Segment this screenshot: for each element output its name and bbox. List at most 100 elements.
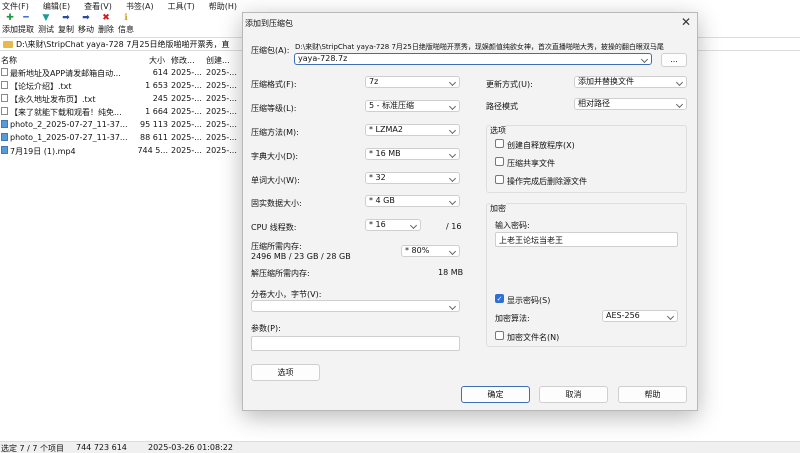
text-file-icon: [1, 68, 8, 76]
options-button[interactable]: 选项: [251, 364, 320, 381]
extract-icon: ━: [23, 13, 29, 23]
column-name[interactable]: 名称: [1, 55, 17, 66]
archive-name-value: yaya-728.7z: [298, 54, 348, 63]
chevron-down-icon: [448, 126, 457, 135]
file-created: 2025-...: [206, 68, 237, 77]
browse-button[interactable]: ...: [661, 53, 687, 67]
file-row[interactable]: photo_2_2025-07-27_11-37... 95 113 2025-..…: [0, 118, 240, 131]
file-size: 744 5...: [137, 146, 168, 155]
chevron-down-icon: [448, 197, 457, 206]
delete-button[interactable]: ✖ 删除: [96, 12, 116, 36]
column-created[interactable]: 创建...: [206, 55, 230, 66]
file-name: photo_2_2025-07-27_11-37...: [10, 120, 128, 129]
file-row[interactable]: 【永久地址发布页】.txt 245 2025-... 2025-...: [0, 92, 240, 105]
solid-size-select[interactable]: * 4 GB: [365, 195, 460, 207]
show-password-checkbox[interactable]: ✓: [495, 294, 504, 303]
format-value: 7z: [369, 77, 379, 86]
format-label: 压缩格式(F):: [251, 80, 297, 89]
dictionary-select[interactable]: * 16 MB: [365, 148, 460, 160]
options-group-title: 选项: [490, 125, 506, 136]
menu-edit[interactable]: 编辑(E): [43, 1, 70, 12]
test-button[interactable]: ▼ 测试: [36, 12, 56, 36]
split-volume-combo[interactable]: [251, 300, 460, 312]
chevron-down-icon: [675, 100, 684, 109]
menu-tools[interactable]: 工具(T): [168, 1, 195, 12]
path-mode-label: 路径模式: [486, 102, 518, 111]
shared-files-checkbox[interactable]: [495, 157, 504, 166]
text-file-icon: [1, 107, 8, 115]
chevron-down-icon: [448, 78, 457, 87]
file-name: 【来了就能下载和观看！纯免...: [10, 108, 122, 117]
dialog-title: 添加到压缩包: [245, 19, 293, 28]
file-row[interactable]: 最新地址及APP请发邮箱自动... 614 2025-... 2025-...: [0, 66, 240, 79]
cancel-button[interactable]: 取消: [539, 386, 608, 403]
extract-button[interactable]: ━ 提取: [16, 12, 36, 36]
password-input[interactable]: 上老王论坛当老王: [495, 232, 678, 247]
close-icon[interactable]: ✕: [681, 15, 691, 29]
address-path: D:\来财\StripChat yaya-728 7月25日绝版啪啪开票秀，直: [16, 39, 230, 49]
word-size-select[interactable]: * 32: [365, 172, 460, 184]
split-volume-label: 分卷大小，字节(V):: [251, 290, 322, 299]
column-modified[interactable]: 修改...: [171, 55, 195, 66]
add-to-archive-dialog: 添加到压缩包 ✕ 压缩包(A): D:\来财\StripChat yaya-72…: [242, 12, 698, 411]
encrypt-names-checkbox[interactable]: [495, 331, 504, 340]
delete-after-label: 操作完成后删除源文件: [507, 177, 587, 186]
encryption-method-label: 加密算法:: [495, 314, 530, 323]
memory-percent-select[interactable]: * 80%: [401, 245, 460, 257]
threads-max: / 16: [446, 222, 462, 231]
encryption-method-select[interactable]: AES-256: [602, 310, 678, 322]
chevron-down-icon: [409, 221, 418, 230]
copy-button[interactable]: ➡ 复制: [56, 12, 76, 36]
file-row[interactable]: 【论坛介绍】.txt 1 653 2025-... 2025-...: [0, 79, 240, 92]
method-value: * LZMA2: [369, 125, 403, 134]
file-modified: 2025-...: [171, 94, 202, 103]
method-select[interactable]: * LZMA2: [365, 124, 460, 136]
encryption-method-value: AES-256: [606, 311, 640, 320]
move-button[interactable]: ➡ 移动: [76, 12, 96, 36]
file-row[interactable]: photo_1_2025-07-27_11-37... 88 611 2025-..…: [0, 131, 240, 144]
column-size[interactable]: 大小: [149, 55, 165, 66]
info-button[interactable]: ℹ 信息: [116, 12, 136, 36]
threads-select[interactable]: * 16: [365, 219, 421, 231]
chevron-down-icon: [640, 55, 649, 64]
file-size: 88 611: [140, 133, 168, 142]
menu-help[interactable]: 帮助(H): [209, 1, 237, 12]
chevron-down-icon: [448, 150, 457, 159]
dialog-titlebar: 添加到压缩包 ✕: [243, 13, 697, 33]
info-icon: ℹ: [124, 13, 128, 23]
ok-button[interactable]: 确定: [461, 386, 530, 403]
move-label: 移动: [78, 25, 94, 34]
path-mode-value: 相对路径: [578, 99, 610, 108]
memory-value: 2496 MB / 23 GB / 28 GB: [251, 252, 351, 261]
file-size: 1 653: [145, 81, 168, 90]
file-created: 2025-...: [206, 146, 237, 155]
parameters-input[interactable]: [251, 336, 460, 351]
update-mode-select[interactable]: 添加并替换文件: [574, 76, 687, 88]
menu-view[interactable]: 查看(V): [84, 1, 112, 12]
memory-label: 压缩所需内存:: [251, 242, 302, 251]
archive-label: 压缩包(A):: [251, 46, 290, 55]
file-modified: 2025-...: [171, 120, 202, 129]
format-select[interactable]: 7z: [365, 76, 460, 88]
chevron-down-icon: [675, 78, 684, 87]
file-modified: 2025-...: [171, 68, 202, 77]
parameters-label: 参数(P):: [251, 324, 281, 333]
help-button[interactable]: 帮助: [618, 386, 687, 403]
menu-file[interactable]: 文件(F): [2, 1, 29, 12]
path-mode-select[interactable]: 相对路径: [574, 98, 687, 110]
sfx-checkbox[interactable]: [495, 139, 504, 148]
test-label: 测试: [38, 25, 54, 34]
delete-icon: ✖: [102, 13, 110, 23]
file-size: 1 664: [145, 107, 168, 116]
folder-icon: [3, 40, 13, 48]
file-modified: 2025-...: [171, 81, 202, 90]
delete-label: 删除: [98, 25, 114, 34]
archive-name-combo[interactable]: yaya-728.7z: [294, 53, 652, 65]
file-row[interactable]: 7月19日 (1).mp4 744 5... 2025-... 2025-...: [0, 144, 240, 157]
chevron-down-icon: [448, 174, 457, 183]
file-row[interactable]: 【来了就能下载和观看！纯免... 1 664 2025-... 2025-...: [0, 105, 240, 118]
file-created: 2025-...: [206, 133, 237, 142]
level-select[interactable]: 5 - 标准压缩: [365, 100, 460, 112]
menu-bookmarks[interactable]: 书签(A): [126, 1, 154, 12]
delete-after-checkbox[interactable]: [495, 175, 504, 184]
